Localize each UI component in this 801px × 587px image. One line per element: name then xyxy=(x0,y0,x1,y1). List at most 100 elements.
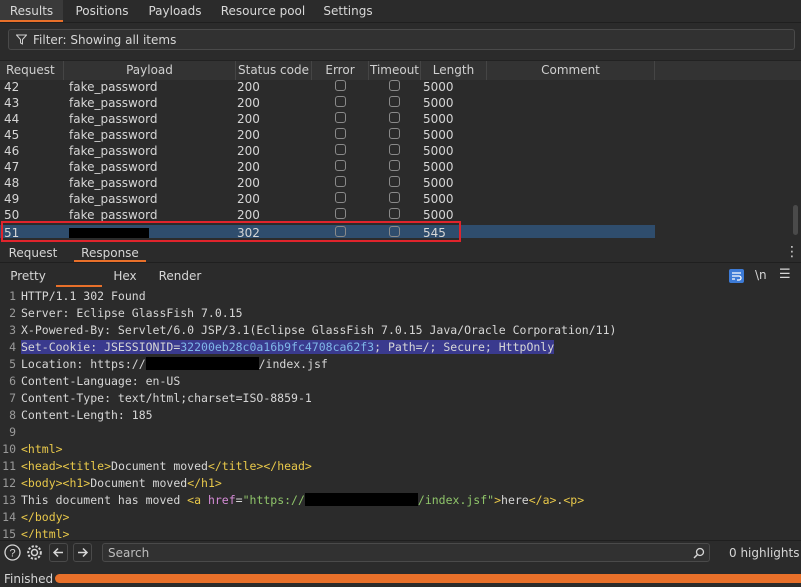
line-number: 15 xyxy=(2,527,16,538)
status-label: Finished xyxy=(4,572,54,586)
menu-icon[interactable]: ☰ xyxy=(779,267,791,282)
table-row[interactable]: 48 fake_password 200 5000 xyxy=(0,175,790,191)
tab-render[interactable]: Render xyxy=(154,265,206,287)
tab-pretty-underline xyxy=(56,265,102,287)
cell-payload: fake_password xyxy=(69,160,158,174)
column-comment[interactable]: Comment xyxy=(487,61,655,80)
timeout-checkbox[interactable] xyxy=(389,144,400,155)
line-number: 8 xyxy=(9,408,16,422)
results-table-header: Request ^ Payload Status code Error Time… xyxy=(0,60,801,96)
cell-payload: fake_password xyxy=(69,80,158,94)
tab-results[interactable]: Results xyxy=(0,0,63,22)
show-newlines-toggle[interactable]: \n xyxy=(755,268,767,282)
table-row[interactable]: 49 fake_password 200 5000 xyxy=(0,191,790,207)
cell-payload: fake_password xyxy=(69,112,158,126)
cell-status: 200 xyxy=(237,176,260,190)
cell-status: 200 xyxy=(237,96,260,110)
line-number: 14 xyxy=(2,510,16,524)
line-number: 11 xyxy=(2,459,16,473)
tab-request[interactable]: Request xyxy=(4,244,62,262)
timeout-checkbox[interactable] xyxy=(389,128,400,139)
settings-gear-icon[interactable] xyxy=(26,544,43,564)
column-timeout[interactable]: Timeout xyxy=(369,61,421,80)
tab-hex[interactable]: Hex xyxy=(102,265,148,287)
cell-length: 5000 xyxy=(423,144,454,158)
error-checkbox[interactable] xyxy=(335,80,346,91)
table-row[interactable]: 42 fake_password 200 5000 xyxy=(0,80,790,95)
timeout-checkbox[interactable] xyxy=(389,160,400,171)
error-checkbox[interactable] xyxy=(335,160,346,171)
search-placeholder: Search xyxy=(108,546,150,560)
cell-length: 5000 xyxy=(423,96,454,110)
timeout-checkbox[interactable] xyxy=(389,96,400,107)
cell-status: 200 xyxy=(237,128,260,142)
set-cookie-header: Set-Cookie: JSESSIONID=32200eb28c0a16b9f… xyxy=(21,340,555,354)
code-line-6: Content-Language: en-US xyxy=(21,374,181,388)
timeout-checkbox[interactable] xyxy=(389,80,400,91)
column-request[interactable]: Request ^ xyxy=(0,61,64,96)
previous-arrow-icon[interactable] xyxy=(49,543,68,562)
cell-status: 200 xyxy=(237,144,260,158)
line-number: 9 xyxy=(9,425,16,439)
error-checkbox[interactable] xyxy=(335,128,346,139)
table-row[interactable]: 45 fake_password 200 5000 xyxy=(0,127,790,143)
line-number: 1 xyxy=(9,289,16,303)
filter-bar[interactable]: Filter: Showing all items xyxy=(8,29,795,50)
cell-length: 5000 xyxy=(423,160,454,174)
error-checkbox[interactable] xyxy=(335,192,346,203)
cell-payload: fake_password xyxy=(69,192,158,206)
table-row[interactable]: 43 fake_password 200 5000 xyxy=(0,95,790,111)
line-number: 10 xyxy=(2,442,16,456)
tab-response[interactable]: Response xyxy=(74,244,146,262)
table-row[interactable]: 47 fake_password 200 5000 xyxy=(0,159,790,175)
tab-payloads[interactable]: Payloads xyxy=(143,0,207,22)
cell-request: 46 xyxy=(4,144,20,158)
help-icon[interactable]: ? xyxy=(4,544,21,564)
timeout-checkbox[interactable] xyxy=(389,208,400,219)
error-checkbox[interactable] xyxy=(335,176,346,187)
session-id-value: 32200eb28c0a16b9fc4708ca62f3 xyxy=(180,340,375,354)
cell-payload: fake_password xyxy=(69,96,158,110)
response-editor[interactable]: 1 2 3 4 5 6 7 8 9 10 11 12 13 14 15 HTTP/1.1 302 Found… xyxy=(0,289,801,538)
error-checkbox[interactable] xyxy=(335,144,346,155)
column-request-label: Request xyxy=(6,63,55,77)
cell-status: 200 xyxy=(237,80,260,94)
line-number: 6 xyxy=(9,374,16,388)
column-error[interactable]: Error xyxy=(312,61,369,80)
tab-positions[interactable]: Positions xyxy=(68,0,136,22)
line-number: 12 xyxy=(2,476,16,490)
results-table-body: 42 fake_password 200 5000 43 fake_password 200… xyxy=(0,80,801,238)
table-row[interactable]: 44 fake_password 200 5000 xyxy=(0,111,790,127)
column-status-code[interactable]: Status code xyxy=(236,61,312,80)
line-number: 4 xyxy=(9,340,16,354)
error-checkbox[interactable] xyxy=(335,208,346,219)
cell-request: 43 xyxy=(4,96,20,110)
column-length[interactable]: Length xyxy=(421,61,487,80)
timeout-checkbox[interactable] xyxy=(389,192,400,203)
code-line-13: This document has moved <a href="https:/… xyxy=(21,493,585,507)
cell-payload: fake_password xyxy=(69,176,158,190)
code-line-7: Content-Type: text/html;charset=ISO-8859… xyxy=(21,391,312,405)
error-checkbox[interactable] xyxy=(335,112,346,123)
editor-scrollbar[interactable] xyxy=(793,289,799,538)
error-checkbox[interactable] xyxy=(335,96,346,107)
wrap-lines-icon[interactable] xyxy=(729,269,744,283)
annotation-highlight-box xyxy=(1,221,461,242)
cell-payload: fake_password xyxy=(69,144,158,158)
tab-pretty[interactable]: Pretty xyxy=(4,265,52,287)
column-payload[interactable]: Payload xyxy=(64,61,236,80)
cell-length: 5000 xyxy=(423,176,454,190)
table-row[interactable]: 46 fake_password 200 5000 xyxy=(0,143,790,159)
search-input[interactable]: Search xyxy=(102,543,710,562)
more-options-icon[interactable]: ⋮ xyxy=(785,244,799,260)
cell-request: 44 xyxy=(4,112,20,126)
timeout-checkbox[interactable] xyxy=(389,176,400,187)
message-tab-bar: Request Response ⋮ xyxy=(0,242,801,263)
tab-resource-pool[interactable]: Resource pool xyxy=(218,0,308,22)
cell-request: 49 xyxy=(4,192,20,206)
table-scrollbar-thumb[interactable] xyxy=(793,205,798,235)
search-icon xyxy=(693,547,705,559)
tab-settings[interactable]: Settings xyxy=(320,0,376,22)
next-arrow-icon[interactable] xyxy=(73,543,92,562)
timeout-checkbox[interactable] xyxy=(389,112,400,123)
